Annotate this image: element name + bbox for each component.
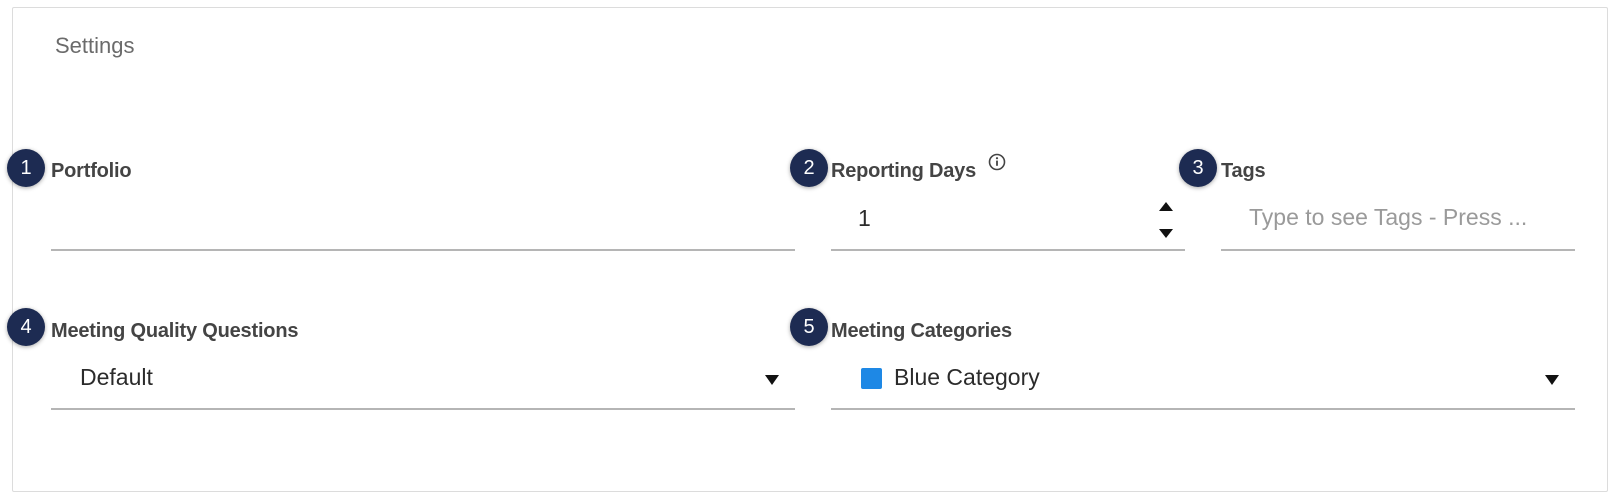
panel-title: Settings (55, 33, 135, 58)
meeting-quality-underline (51, 408, 795, 410)
callout-badge-1: 1 (7, 149, 45, 187)
callout-badge-5: 5 (790, 308, 828, 346)
reporting-days-label: Reporting Days (831, 160, 977, 182)
chevron-down-icon[interactable] (763, 373, 781, 387)
meeting-quality-select[interactable]: Default (51, 350, 795, 407)
meeting-categories-select[interactable]: Blue Category (831, 350, 1575, 407)
tags-input[interactable]: Type to see Tags - Press ... (1221, 190, 1575, 248)
callout-badge-2: 2 (790, 149, 828, 187)
portfolio-underline (51, 249, 795, 251)
callout-badge-4: 4 (7, 308, 45, 346)
tags-underline (1221, 249, 1575, 251)
meeting-categories-underline (831, 408, 1575, 410)
meeting-quality-selected: Default (80, 364, 153, 390)
category-color-swatch (861, 368, 882, 389)
spinner-down-icon[interactable] (1156, 226, 1176, 242)
portfolio-input[interactable] (51, 190, 795, 248)
chevron-down-icon[interactable] (1543, 373, 1561, 387)
meeting-categories-label: Meeting Categories (831, 320, 1012, 342)
callout-badge-3: 3 (1179, 149, 1217, 187)
reporting-days-underline (831, 249, 1185, 251)
tags-label: Tags (1221, 160, 1266, 182)
tags-placeholder: Type to see Tags - Press ... (1249, 204, 1528, 230)
info-circle-icon[interactable] (988, 153, 1006, 171)
reporting-days-input[interactable]: 1 (831, 190, 1185, 248)
reporting-days-value: 1 (858, 205, 871, 231)
meeting-categories-selected: Blue Category (894, 364, 1040, 390)
meeting-quality-label: Meeting Quality Questions (51, 320, 299, 342)
portfolio-label: Portfolio (51, 160, 132, 182)
spinner-up-icon[interactable] (1156, 198, 1176, 214)
